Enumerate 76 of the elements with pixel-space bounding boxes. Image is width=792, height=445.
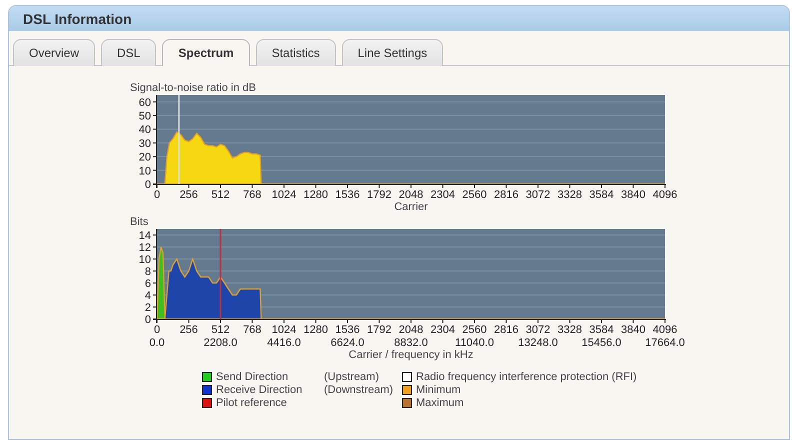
tick-label: 512 xyxy=(211,189,230,201)
tick-label: 1280 xyxy=(304,189,328,201)
tick-label: 3328 xyxy=(558,189,582,201)
tick-label: 3328 xyxy=(558,324,582,336)
x-axis-title: Carrier xyxy=(394,201,428,210)
tick-label: 0 xyxy=(154,324,160,336)
tick-label: 6 xyxy=(144,278,151,290)
tick-label: 1792 xyxy=(367,324,392,336)
frequency-label: 17664.0 xyxy=(645,337,685,349)
frequency-label: 11040.0 xyxy=(455,337,494,349)
tick-label: 256 xyxy=(180,324,198,336)
tick-label: 2560 xyxy=(462,324,487,336)
tick-label: 60 xyxy=(138,96,151,109)
tick-label: 3840 xyxy=(621,189,646,201)
frequency-label: 4416.0 xyxy=(267,337,301,349)
tick-label: 4096 xyxy=(652,189,678,201)
tick-label: 2 xyxy=(144,302,151,314)
tick-label: 20 xyxy=(138,152,151,164)
frequency-label: 15456.0 xyxy=(582,337,622,349)
tick-label: 2048 xyxy=(398,324,424,336)
frequency-label: 0.0 xyxy=(149,337,165,349)
legend-note: (Downstream) xyxy=(324,384,394,396)
y-axis-title: Signal-to-noise ratio in dB xyxy=(130,82,256,94)
tick-label: 3072 xyxy=(526,324,550,336)
tick-label: 1536 xyxy=(335,324,360,336)
tab[interactable]: DSL xyxy=(101,39,156,66)
tick-label: 768 xyxy=(243,324,262,336)
tick-label: 3584 xyxy=(589,189,614,201)
legend-label: Pilot reference xyxy=(216,397,288,409)
tick-label: 2304 xyxy=(430,189,455,201)
window-title: DSL Information xyxy=(23,10,132,26)
legend-label: Radio frequency interference protection (RFI) xyxy=(416,371,637,383)
y-axis-title: Bits xyxy=(130,216,148,228)
frequency-label: 8832.0 xyxy=(394,337,428,349)
tick-label: 3072 xyxy=(526,189,550,201)
tick-label: 1024 xyxy=(272,324,296,336)
tick-label: 1536 xyxy=(335,189,360,201)
tick-label: 0 xyxy=(154,189,160,201)
tick-label: 1792 xyxy=(367,189,392,201)
tick-label: 14 xyxy=(138,230,151,242)
tick-label: 4 xyxy=(144,290,151,302)
tick-label: 2304 xyxy=(430,324,455,336)
tick-label: 2816 xyxy=(494,324,518,336)
x-axis-title: Carrier / frequency in kHz xyxy=(348,349,474,361)
tick-label: 2048 xyxy=(398,189,424,201)
tick-label: 768 xyxy=(243,189,262,201)
legend-label: Receive Direction xyxy=(216,384,304,396)
frequency-label: 13248.0 xyxy=(518,337,558,349)
tab[interactable]: Line Settings xyxy=(342,39,444,66)
tick-label: 40 xyxy=(138,124,151,136)
tab[interactable]: Statistics xyxy=(256,39,336,66)
legend-note: (Upstream) xyxy=(324,371,380,383)
frequency-label: 2208.0 xyxy=(204,337,238,349)
tick-label: 12 xyxy=(138,242,151,254)
tab[interactable]: Spectrum xyxy=(162,39,250,66)
tab[interactable]: Overview xyxy=(13,39,96,66)
legend-label: Minimum xyxy=(416,384,461,396)
tick-label: 1024 xyxy=(272,189,296,201)
tick-label: 3584 xyxy=(589,324,614,336)
legend-label: Send Direction xyxy=(216,371,290,383)
tick-label: 2816 xyxy=(494,189,518,201)
tick-label: 256 xyxy=(180,189,198,201)
tick-label: 1280 xyxy=(304,324,328,336)
tick-label: 10 xyxy=(138,165,151,178)
tick-label: 3840 xyxy=(621,324,646,336)
tick-label: 4096 xyxy=(652,324,678,336)
tick-label: 10 xyxy=(138,254,151,266)
tick-label: 0 xyxy=(144,179,151,191)
tick-label: 8 xyxy=(144,266,151,278)
legend-label: Maximum xyxy=(416,397,464,409)
tick-label: 512 xyxy=(211,324,230,336)
tick-label: 50 xyxy=(138,110,151,123)
tick-label: 2560 xyxy=(462,189,487,201)
tick-label: 30 xyxy=(138,138,151,150)
frequency-label: 6624.0 xyxy=(330,337,364,349)
tick-label: 0 xyxy=(144,314,151,326)
